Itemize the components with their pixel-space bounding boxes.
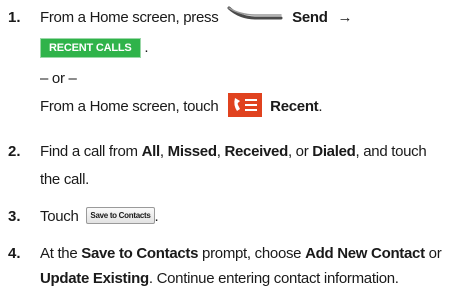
- step-text: .: [154, 208, 159, 225]
- step-text: .: [318, 97, 323, 115]
- step-number: 2.: [8, 143, 21, 160]
- filter-received: Received: [224, 143, 288, 160]
- send-key-icon: [226, 5, 284, 25]
- step-4-line-2: Update Existing. Continue entering conta…: [40, 270, 399, 287]
- step-number: 4.: [8, 245, 21, 262]
- step-text: , and touch: [355, 143, 427, 160]
- save-to-contacts-prompt: Save to Contacts: [81, 245, 199, 262]
- instruction-document: 1. From a Home screen, press Send → RECE…: [0, 0, 472, 295]
- step-2-line-2: the call.: [40, 171, 89, 188]
- step-1-line-2: RECENT CALLS .: [40, 38, 149, 58]
- step-1-line-1: From a Home screen, press Send →: [40, 6, 353, 26]
- step-text: , or: [287, 143, 313, 160]
- step-text: prompt, choose: [198, 245, 306, 262]
- filter-dialed: Dialed: [312, 143, 356, 160]
- step-number: 1.: [8, 9, 21, 26]
- update-existing-option: Update Existing: [40, 270, 149, 287]
- step-1-line-4: From a Home screen, touch Recent.: [40, 93, 323, 117]
- save-to-contacts-button: Save to Contacts: [86, 206, 155, 224]
- step-text: ,: [159, 143, 168, 160]
- filter-missed: Missed: [167, 143, 217, 160]
- step-number: 3.: [8, 208, 21, 225]
- step-text: From a Home screen, press: [40, 9, 219, 26]
- recent-calls-tab: RECENT CALLS: [40, 38, 141, 58]
- step-text: Touch: [40, 208, 79, 225]
- step-3-line-1: Touch Save to Contacts.: [40, 206, 159, 225]
- step-text: or: [424, 245, 442, 262]
- or-separator: – or –: [40, 70, 77, 87]
- step-text: . Continue entering contact information.: [148, 270, 399, 287]
- step-text: At the: [40, 245, 82, 262]
- add-new-contact-option: Add New Contact: [305, 245, 425, 262]
- filter-all: All: [141, 143, 161, 160]
- step-4-line-1: At the Save to Contacts prompt, choose A…: [40, 245, 442, 262]
- send-key-label: Send: [292, 9, 328, 26]
- step-text: Find a call from: [40, 143, 142, 160]
- step-2-line-1: Find a call from All, Missed, Received, …: [40, 143, 427, 160]
- step-text: .: [144, 38, 149, 56]
- recent-calls-icon: [228, 93, 263, 117]
- step-text: From a Home screen, touch: [40, 97, 219, 115]
- arrow-right-icon: →: [337, 9, 353, 26]
- recent-label: Recent: [270, 97, 319, 115]
